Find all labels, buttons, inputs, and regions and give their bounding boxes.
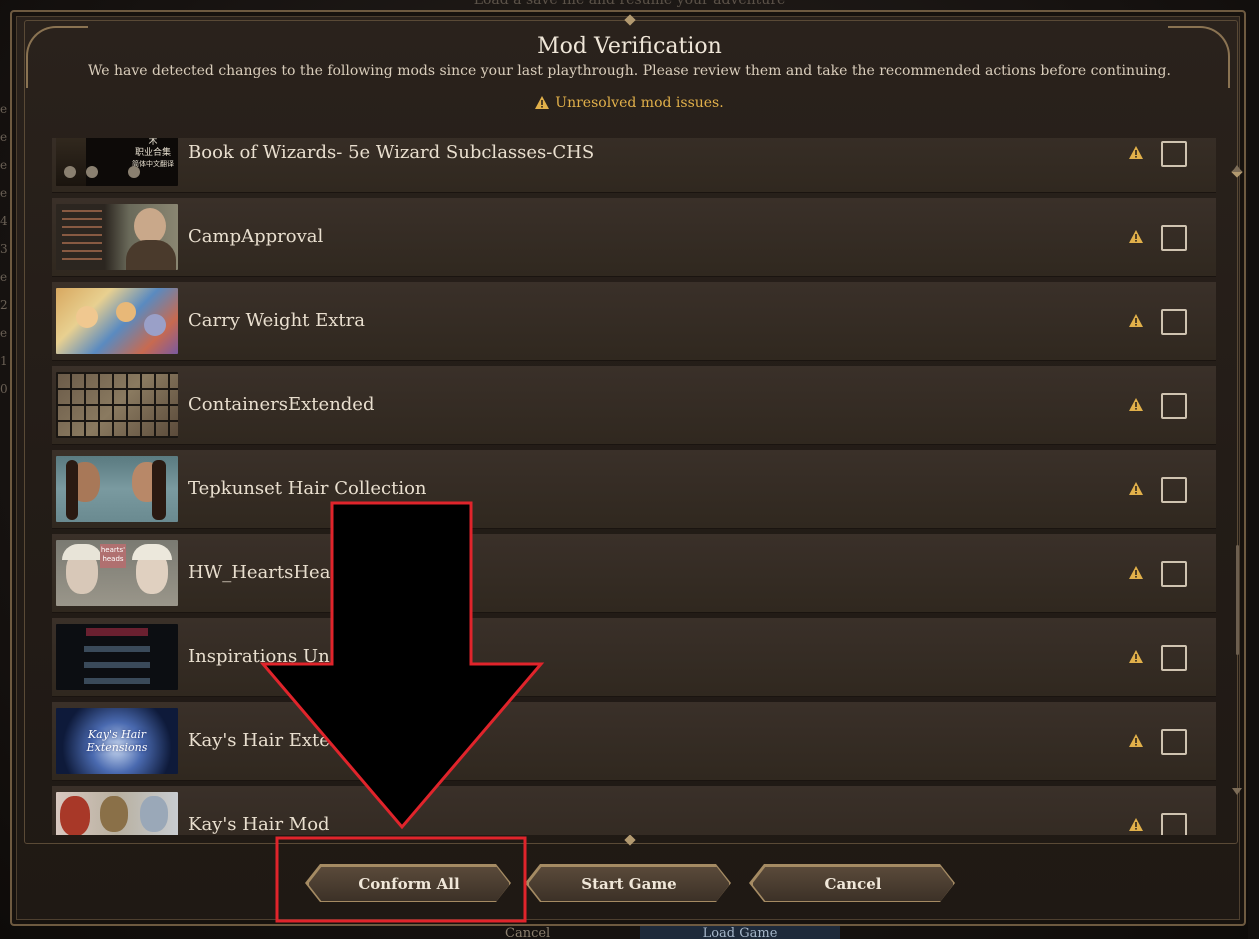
mod-thumbnail <box>56 792 178 835</box>
mod-checkbox[interactable] <box>1161 561 1187 587</box>
mod-name: Kay's Hair Extens <box>188 730 351 751</box>
dialog-title: Mod Verification <box>537 34 722 59</box>
scroll-down-icon[interactable] <box>1232 788 1242 795</box>
mod-name: HW_HeartsHeads <box>188 562 352 583</box>
warning-icon <box>1129 734 1143 747</box>
mod-thumbnail <box>56 288 178 354</box>
warning-icon <box>1129 650 1143 663</box>
mod-name: Tepkunset Hair Collection <box>188 478 427 499</box>
window-edge <box>1248 0 1259 939</box>
background-load-game-button: Load Game <box>640 926 840 939</box>
mod-checkbox[interactable] <box>1161 729 1187 755</box>
mod-row[interactable]: Inspirations Unca <box>52 618 1216 697</box>
warning-icon <box>1129 230 1143 243</box>
warning-icon <box>535 96 550 109</box>
background-left-edge: eeee43e2e10 <box>0 102 8 396</box>
warning-icon <box>1129 398 1143 411</box>
warning-icon <box>1129 818 1143 831</box>
mod-row[interactable]: Carry Weight Extra <box>52 282 1216 361</box>
scroll-thumb[interactable] <box>1236 545 1239 655</box>
mod-checkbox[interactable] <box>1161 393 1187 419</box>
mod-thumbnail: 5e系列法术 职业合集 简体中文翻译 <box>56 138 178 186</box>
thumbnail-caption: 职业合集 <box>134 148 171 158</box>
mod-row[interactable]: Kay's Hair Mod <box>52 786 1216 835</box>
mod-name: Book of Wizards- 5e Wizard Subclasses-CH… <box>188 142 595 163</box>
mod-name: Inspirations Unca <box>188 646 351 667</box>
issues-label: Unresolved mod issues. <box>555 95 724 111</box>
scroll-up-icon[interactable] <box>1232 165 1242 172</box>
mod-thumbnail <box>56 372 178 438</box>
thumbnail-caption: Kay's Hair Extensions <box>86 728 148 754</box>
mod-checkbox[interactable] <box>1161 477 1187 503</box>
list-scrollbar[interactable] <box>1232 165 1242 795</box>
mod-row[interactable]: CampApproval <box>52 198 1216 277</box>
background-hint-text: Load a save file and resume your adventu… <box>473 0 786 8</box>
background-cancel-button: Cancel <box>505 926 551 939</box>
thumbnail-caption: 5e系列法术 <box>148 138 158 147</box>
mod-row[interactable]: 5e系列法术 职业合集 简体中文翻译 Book of Wizards- 5e W… <box>52 138 1216 193</box>
mod-name: CampApproval <box>188 226 324 247</box>
mod-thumbnail <box>56 204 178 270</box>
mod-name: Carry Weight Extra <box>188 310 365 331</box>
mod-checkbox[interactable] <box>1161 225 1187 251</box>
mod-thumbnail: Kay's Hair Extensions <box>56 708 178 774</box>
screen: Load a save file and resume your adventu… <box>0 0 1259 939</box>
mod-name: Kay's Hair Mod <box>188 814 330 835</box>
cancel-button[interactable]: Cancel <box>752 866 954 902</box>
issues-status: Unresolved mod issues. <box>0 95 1259 111</box>
mod-checkbox[interactable] <box>1161 309 1187 335</box>
warning-icon <box>1129 314 1143 327</box>
mod-checkbox[interactable] <box>1161 141 1187 167</box>
mod-row[interactable]: Tepkunset Hair Collection <box>52 450 1216 529</box>
mod-checkbox[interactable] <box>1161 645 1187 671</box>
mod-name: ContainersExtended <box>188 394 375 415</box>
warning-icon <box>1129 146 1143 159</box>
mod-thumbnail <box>56 624 178 690</box>
warning-icon <box>1129 482 1143 495</box>
start-game-button[interactable]: Start Game <box>528 866 730 902</box>
thumbnail-caption: hearts' heads <box>100 544 126 568</box>
dialog-subtitle: We have detected changes to the followin… <box>88 63 1171 79</box>
mod-row[interactable]: Kay's Hair Extensions Kay's Hair Extens <box>52 702 1216 781</box>
warning-icon <box>1129 566 1143 579</box>
mod-thumbnail: hearts' heads <box>56 540 178 606</box>
mod-row[interactable]: hearts' heads HW_HeartsHeads <box>52 534 1216 613</box>
mod-checkbox[interactable] <box>1161 813 1187 835</box>
conform-all-button[interactable]: Conform All <box>308 866 510 902</box>
background-buttons: Cancel Load Game <box>0 926 1259 939</box>
mod-row[interactable]: ContainersExtended <box>52 366 1216 445</box>
mod-thumbnail <box>56 456 178 522</box>
mod-list[interactable]: 5e系列法术 职业合集 简体中文翻译 Book of Wizards- 5e W… <box>52 138 1216 835</box>
